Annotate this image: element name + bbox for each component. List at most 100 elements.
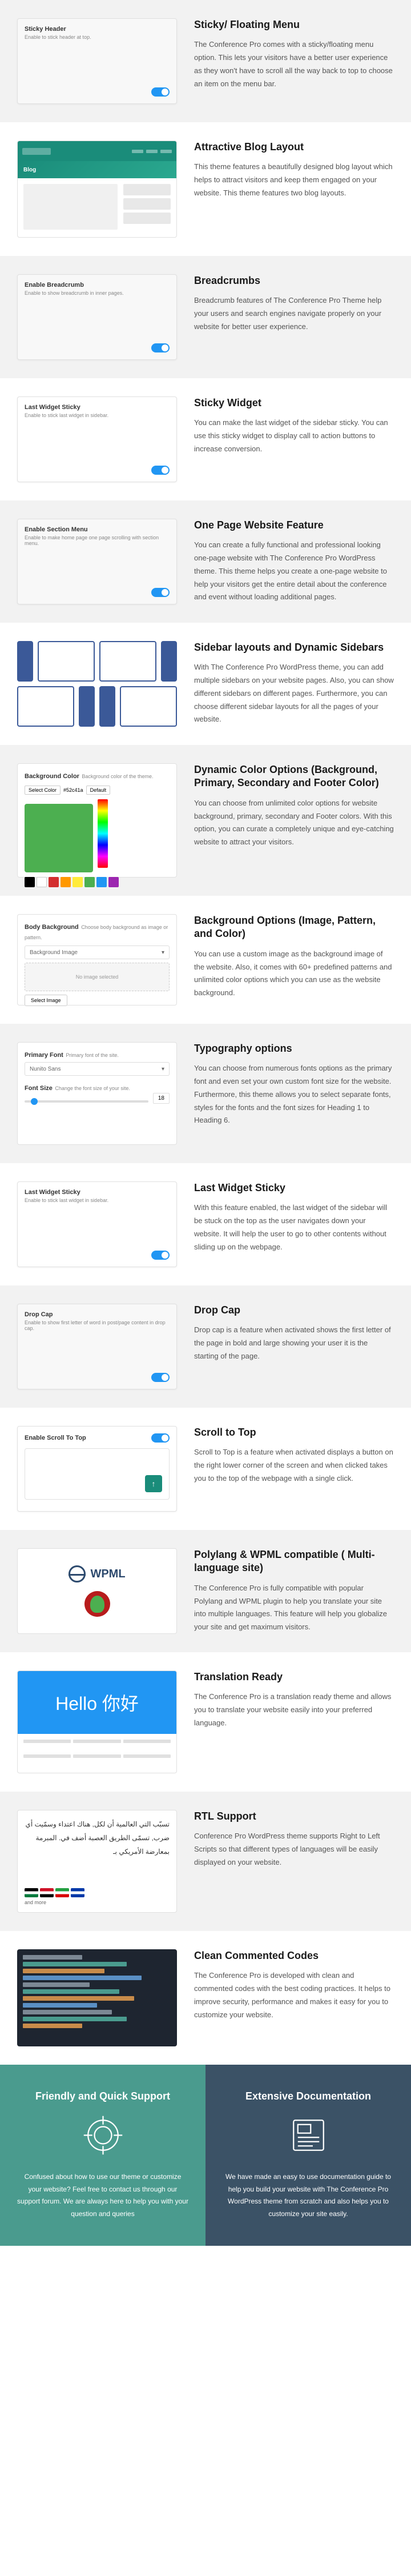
feature-desc: You can choose from unlimited color opti… [194,797,394,849]
toggle-switch[interactable] [151,1251,170,1260]
hue-slider[interactable] [98,799,108,868]
feature-title: Last Widget Sticky [194,1181,394,1195]
feature-title: Drop Cap [194,1304,394,1317]
polylang-logo [84,1591,110,1617]
more-text: and more [25,1900,170,1905]
feature-image: Hello 你好 [17,1670,177,1773]
toggle-sublabel: Enable to show first letter of word in p… [25,1320,170,1331]
swatch[interactable] [84,877,95,887]
feature-desc: The Conference Pro is a translation read… [194,1690,394,1729]
wpml-logo: WPML [68,1565,125,1583]
toggle-switch[interactable] [151,1433,170,1443]
swatch[interactable] [108,877,119,887]
default-btn[interactable]: Default [86,786,111,795]
feature-image: WPML [17,1548,177,1634]
feature-image: Last Widget Sticky Enable to stick last … [17,396,177,482]
feature-desc: Drop cap is a feature when activated sho… [194,1324,394,1363]
bg-select[interactable]: Background Image▾ [25,946,170,959]
font-size-slider[interactable] [25,1100,148,1103]
support-card-left: Friendly and Quick Support Confused abou… [0,2065,206,2246]
feature-rtl: تسبّب التي العالمية أن لكل, هناك اعتداء … [0,1792,411,1931]
feature-sidebar-layouts: Sidebar layouts and Dynamic Sidebars Wit… [0,623,411,745]
feature-one-page: Enable Section Menu Enable to make home … [0,500,411,623]
feature-title: Breadcrumbs [194,274,394,287]
feature-translation: Hello 你好 Translation Ready The Conferenc… [0,1652,411,1792]
feature-title: Typography options [194,1042,394,1055]
toggle-sublabel: Enable to make home page one page scroll… [25,535,170,546]
swatch[interactable] [61,877,71,887]
feature-drop-cap: Drop Cap Enable to show first letter of … [0,1285,411,1408]
toggle-sublabel: Enable to stick header at top. [25,34,170,40]
select-color-btn[interactable]: Select Color [25,786,61,795]
feature-desc: You can create a fully functional and pr… [194,539,394,604]
toggle-switch[interactable] [151,87,170,97]
swatch[interactable] [49,877,59,887]
feature-desc: Conference Pro WordPress theme supports … [194,1830,394,1869]
feature-desc: Scroll to Top is a feature when activate… [194,1446,394,1485]
feature-sticky-menu: Sticky Header Enable to stick header at … [0,0,411,122]
toggle-label: Sticky Header [25,26,170,33]
code-preview [17,1949,177,2046]
feature-image: Drop Cap Enable to show first letter of … [17,1304,177,1389]
feature-desc: With The Conference Pro WordPress theme,… [194,661,394,726]
swatch[interactable] [72,877,83,887]
toggle-sublabel: Enable to stick last widget in sidebar. [25,1197,170,1203]
feature-breadcrumbs: Enable Breadcrumb Enable to show breadcr… [0,256,411,378]
toggle-switch[interactable] [151,466,170,475]
feature-image [17,1949,177,2046]
feature-title: Translation Ready [194,1670,394,1684]
toggle-sublabel: Enable to show breadcrumb in inner pages… [25,290,170,296]
color-picker[interactable] [25,804,93,872]
feature-desc: You can make the last widget of the side… [194,416,394,455]
color-label: Background Color [25,773,79,780]
feature-image: Body Background Choose body background a… [17,914,177,1005]
font-select[interactable]: Nunito Sans▾ [25,1062,170,1076]
feature-title: Scroll to Top [194,1426,394,1439]
feature-image: Sticky Header Enable to stick header at … [17,18,177,104]
feature-blog-layout: Blog Attractive Blog Layout This theme f… [0,122,411,256]
feature-title: Dynamic Color Options (Background, Prima… [194,763,394,790]
toggle-label: Last Widget Sticky [25,404,170,411]
feature-title: Clean Commented Codes [194,1949,394,1962]
scroll-top-button[interactable]: ↑ [145,1475,162,1492]
toggle-switch[interactable] [151,343,170,352]
select-image-btn[interactable]: Select Image [25,995,67,1006]
typo-sublabel2: Change the font size of your site. [55,1085,130,1091]
feature-background-options: Body Background Choose body background a… [0,896,411,1024]
support-card-right: Extensive Documentation We have made an … [206,2065,411,2246]
font-size-value: 18 [153,1093,170,1104]
dropzone[interactable]: No image selected [25,963,170,991]
swatch[interactable] [96,877,107,887]
feature-sticky-widget: Last Widget Sticky Enable to stick last … [0,378,411,500]
feature-clean-code: Clean Commented Codes The Conference Pro… [0,1931,411,2065]
swatch[interactable] [25,877,35,887]
feature-image: Enable Scroll To Top ↑ [17,1426,177,1512]
feature-image: Last Widget Sticky Enable to stick last … [17,1181,177,1267]
feature-title: Sidebar layouts and Dynamic Sidebars [194,641,394,654]
swatch[interactable] [37,877,47,887]
feature-desc: You can choose from numerous fonts optio… [194,1062,394,1127]
typo-label2: Font Size [25,1085,53,1092]
feature-desc: With this feature enabled, the last widg… [194,1201,394,1253]
feature-last-widget-sticky: Last Widget Sticky Enable to stick last … [0,1163,411,1285]
feature-image: تسبّب التي العالمية أن لكل, هناك اعتداء … [17,1810,177,1913]
flag-icon [55,1888,69,1897]
support-title: Extensive Documentation [223,2090,394,2102]
feature-image: Enable Section Menu Enable to make home … [17,519,177,604]
typo-label: Primary Font [25,1052,63,1059]
color-hex: #52c41a [63,787,83,793]
support-desc: We have made an easy to use documentatio… [223,2171,394,2220]
support-section: Friendly and Quick Support Confused abou… [0,2065,411,2246]
toggle-label: Enable Scroll To Top [25,1435,86,1441]
toggle-switch[interactable] [151,1373,170,1382]
feature-desc: You can use a custom image as the backgr… [194,948,394,1000]
color-sublabel: Background color of the theme. [82,774,153,779]
feature-color-options: Background Color Background color of the… [0,745,411,896]
feature-desc: This theme features a beautifully design… [194,161,394,199]
blog-title: Blog [18,161,176,178]
feature-desc: Breadcrumb features of The Conference Pr… [194,294,394,333]
toggle-switch[interactable] [151,588,170,597]
toggle-label: Enable Breadcrumb [25,282,170,289]
feature-title: RTL Support [194,1810,394,1823]
feature-scroll-top: Enable Scroll To Top ↑ Scroll to Top Scr… [0,1408,411,1530]
